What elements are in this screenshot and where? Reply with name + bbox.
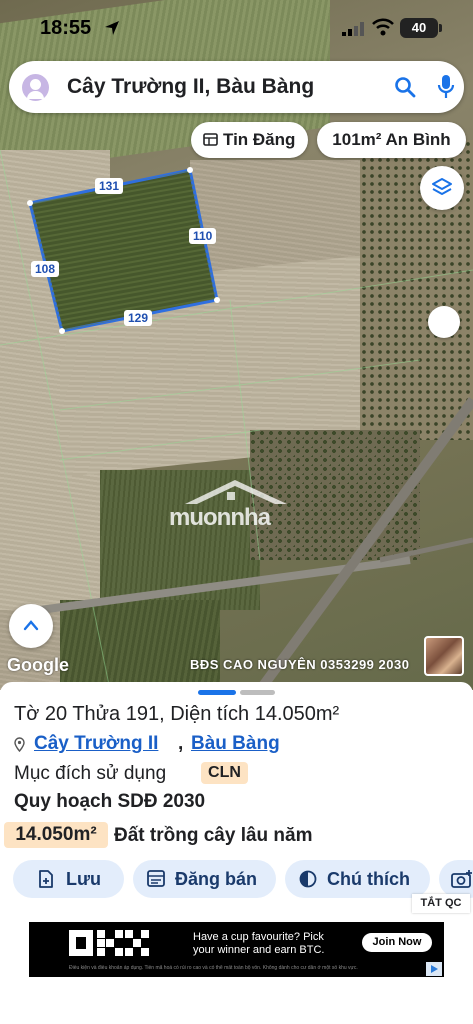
purpose-code-badge: CLN [201, 762, 248, 784]
search-icon[interactable] [394, 76, 416, 98]
battery-icon [439, 24, 442, 32]
parcel-edge-bottom-label: 129 [124, 310, 153, 326]
legend-label: Chú thích [327, 869, 410, 889]
ad-banner[interactable]: Have a cup favourite? Pick your winner a… [29, 922, 444, 977]
layers-button[interactable] [420, 166, 464, 210]
avatar[interactable] [22, 74, 49, 101]
tin-dang-label: Tin Đăng [223, 130, 296, 149]
listing-icon [147, 870, 165, 887]
plan-heading: Quy hoạch SDĐ 2030 [14, 791, 206, 812]
post-sale-button[interactable]: Đăng bán [133, 860, 276, 898]
location-marker-button[interactable] [428, 306, 460, 338]
area-badge: 14.050m² [4, 822, 108, 848]
ad-join-button[interactable]: Join Now [362, 933, 432, 952]
contrast-icon [299, 870, 317, 888]
satellite-map[interactable]: 131 110 108 129 muonnha 18:55 40 Cây Trư… [0, 0, 473, 690]
purpose-label: Mục đích sử dụng [14, 763, 167, 784]
okx-logo [69, 930, 149, 956]
parcel-edge-right-label: 110 [189, 228, 217, 244]
ad-fine-print: Điều kiện và điều khoản áp dụng. Tiền mã… [69, 965, 358, 971]
status-time: 18:55 [40, 17, 92, 39]
wifi-icon [372, 18, 394, 36]
battery-level: 40 [400, 18, 438, 38]
chevron-up-icon [23, 620, 39, 631]
map-credit: BĐS CAO NGUYÊN 0353299 2030 [190, 657, 410, 672]
location-separator: , [178, 733, 184, 754]
expand-button[interactable] [9, 604, 53, 648]
search-query[interactable]: Cây Trường II, Bàu Bàng [67, 75, 314, 99]
location-link-commune[interactable]: Cây Trường II [34, 733, 158, 755]
status-bar: 18:55 40 [0, 0, 473, 56]
add-photo-button[interactable] [439, 860, 473, 898]
search-bar[interactable]: Cây Trường II, Bàu Bàng [9, 61, 464, 113]
watermark-text: muonnha [169, 504, 271, 531]
location-arrow-icon [105, 21, 119, 35]
google-logo: Google [7, 655, 69, 675]
layers-icon [432, 178, 452, 195]
parcel-info-sheet[interactable]: Tờ 20 Thửa 191, Diện tích 14.050m² Cây T… [0, 682, 473, 1024]
land-type: Đất trồng cây lâu năm [114, 825, 313, 846]
save-button[interactable]: Lưu [13, 860, 124, 898]
signal-icon [342, 22, 364, 36]
parcel-edge-top-label: 131 [95, 178, 124, 194]
adchoices-icon[interactable] [426, 962, 442, 976]
camera-plus-icon [451, 870, 472, 888]
location-link-district[interactable]: Bàu Bàng [191, 733, 280, 755]
location-pin-icon [14, 737, 25, 752]
photo-thumbnail[interactable] [424, 636, 464, 676]
area-chip[interactable]: 101m² An Bình [317, 122, 466, 158]
listing-icon [203, 133, 218, 146]
watermark: muonnha [165, 476, 305, 536]
microphone-icon[interactable] [437, 74, 455, 100]
tin-dang-chip[interactable]: Tin Đăng [191, 122, 308, 158]
close-ad-button[interactable]: TẮT QC [412, 894, 470, 913]
save-file-icon [39, 870, 53, 888]
post-sale-label: Đăng bán [175, 869, 258, 889]
ad-text: Have a cup favourite? Pick your winner a… [193, 931, 325, 956]
parcel-edge-left-label: 108 [31, 261, 60, 277]
sheet-handle-active[interactable] [198, 690, 236, 695]
sheet-handle[interactable] [240, 690, 275, 695]
parcel-title: Tờ 20 Thửa 191, Diện tích 14.050m² [14, 703, 340, 725]
save-label: Lưu [66, 869, 102, 889]
legend-button[interactable]: Chú thích [285, 860, 430, 898]
